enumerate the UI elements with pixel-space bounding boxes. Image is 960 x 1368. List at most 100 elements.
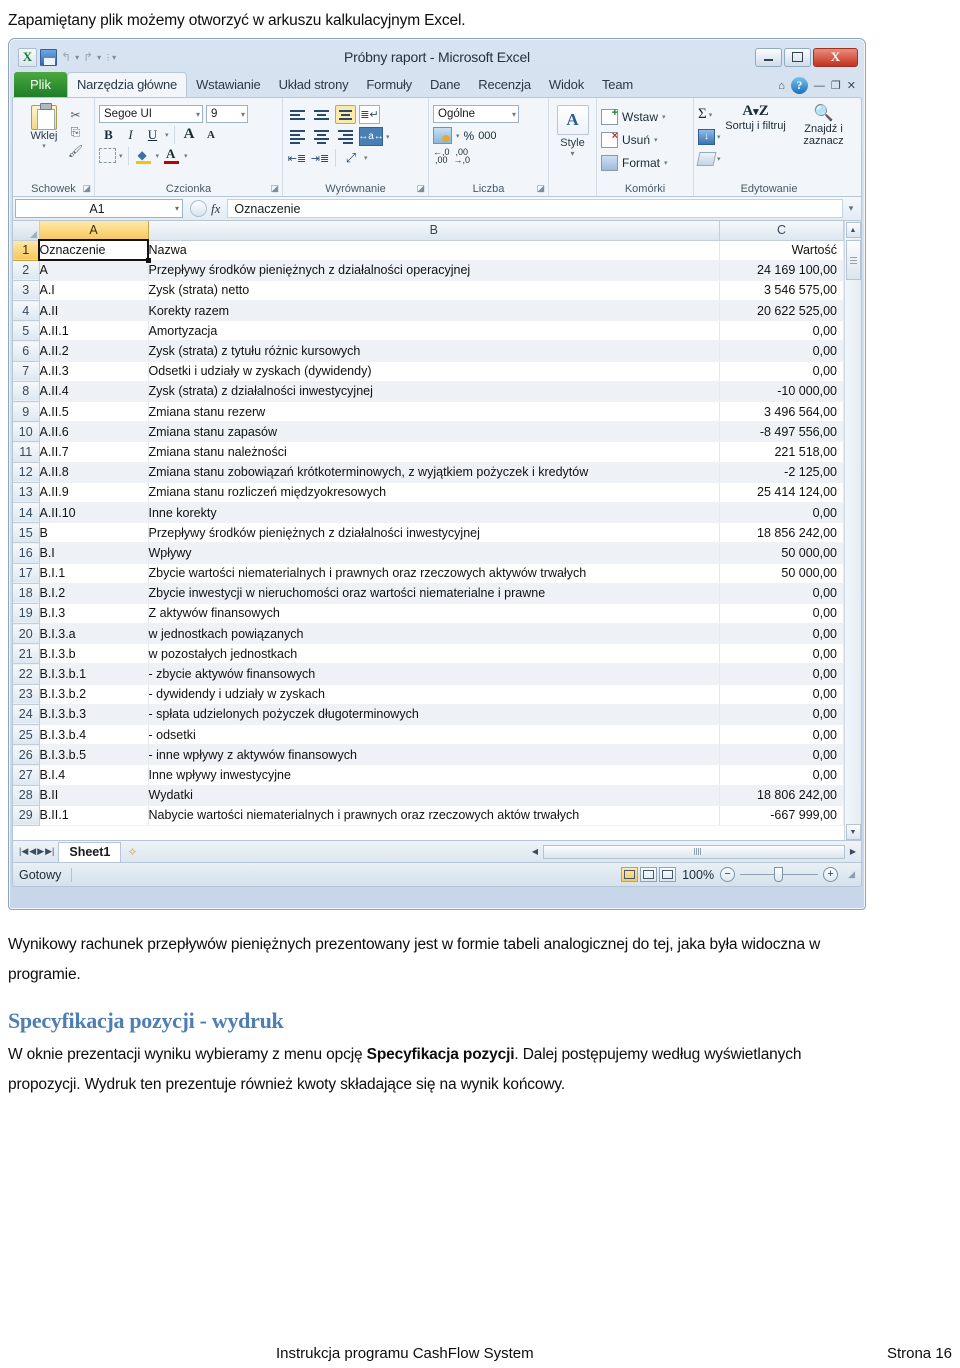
clipboard-dialog-launcher-icon[interactable]: ◪ — [82, 183, 91, 194]
cell-b[interactable]: w jednostkach powiązanych — [148, 623, 720, 645]
font-color-icon[interactable]: A — [162, 146, 181, 165]
table-row[interactable]: 17 B.I.1 Zbycie wartości niematerialnych i… — [13, 563, 844, 584]
row-header[interactable]: 24 — [13, 704, 40, 726]
fill-icon[interactable]: ↓ — [698, 128, 715, 145]
table-row[interactable]: 9 A.II.5 Zmiana stanu rezerw 3 496 564,00 — [13, 401, 844, 423]
cell-b[interactable]: Zmiana stanu zapasów — [148, 421, 720, 443]
cell-b[interactable]: - dywidendy i udziały w zyskach — [148, 684, 720, 705]
table-row[interactable]: 2 A Przepływy środków pieniężnych z działa… — [13, 260, 844, 281]
cell-c[interactable]: -2 125,00 — [719, 462, 844, 483]
tab-team[interactable]: Team — [593, 73, 642, 97]
zoom-slider-thumb[interactable] — [774, 867, 784, 882]
table-row[interactable]: 28 B.II Wydatki 18 806 242,00 — [13, 785, 844, 806]
scroll-down-icon[interactable]: ▼ — [845, 824, 861, 840]
cell-b[interactable]: Zmiana stanu rezerw — [148, 401, 720, 423]
row-header[interactable]: 17 — [13, 563, 40, 584]
number-format-dropdown-icon[interactable]: ▾ — [509, 110, 516, 119]
fill-color-icon[interactable]: ◆ — [134, 146, 153, 165]
cell-a[interactable]: B.II.1 — [39, 805, 149, 826]
table-row[interactable]: 22 B.I.3.b.1- zbycie aktywów finansowych 0… — [13, 663, 844, 685]
tab-recenzja[interactable]: Recenzja — [469, 73, 540, 97]
table-row[interactable]: 6 A.II.2 Zysk (strata) z tytułu różnic kur… — [13, 340, 844, 362]
next-sheet-icon[interactable]: ▶ — [37, 846, 44, 857]
row-header[interactable]: 3 — [13, 280, 40, 302]
table-row[interactable]: 29 B.II.1 Nabycie wartości niematerialnych… — [13, 805, 844, 826]
paste-dropdown-icon[interactable]: ▾ — [42, 142, 46, 150]
clear-icon[interactable] — [696, 151, 717, 166]
format-dropdown-icon[interactable]: ▾ — [664, 159, 668, 167]
cell-c[interactable]: 0,00 — [719, 643, 844, 665]
cell-c[interactable]: 24 169 100,00 — [719, 260, 844, 281]
zoom-in-icon[interactable]: + — [823, 867, 839, 882]
cell-c[interactable]: -8 497 556,00 — [719, 421, 844, 443]
cell-b[interactable]: - odsetki — [148, 724, 720, 746]
cell-b[interactable]: Zmiana stanu zobowiązań krótkoterminowyc… — [148, 462, 720, 483]
resize-grip-icon[interactable]: ◢ — [848, 869, 855, 880]
table-row[interactable]: 18 B.I.2 Zbycie inwestycji w nieruchomości… — [13, 583, 844, 604]
minimize-doc-icon[interactable]: — — [814, 80, 825, 92]
cell-a[interactable]: A.II — [39, 300, 149, 322]
row-header[interactable]: 15 — [13, 522, 40, 544]
expand-formula-bar-icon[interactable]: ▾ — [843, 203, 859, 214]
table-row[interactable]: 21 B.I.3.b w pozostałych jednostkach 0,00 — [13, 643, 844, 665]
italic-button[interactable]: I — [121, 125, 140, 144]
cell-c[interactable]: -10 000,00 — [719, 381, 844, 403]
quick-access-toolbar[interactable]: X ↰ ▾ ↱ ▾ ⋮▾ — [14, 47, 116, 67]
cell-c[interactable]: 25 414 124,00 — [719, 482, 844, 503]
zoom-out-icon[interactable]: − — [720, 867, 736, 882]
scroll-up-icon[interactable]: ▲ — [845, 222, 861, 238]
accounting-dropdown-icon[interactable]: ▾ — [456, 132, 460, 140]
cancel-formula-icon[interactable] — [190, 200, 207, 217]
insert-function-icon[interactable]: fx — [211, 201, 220, 217]
table-row[interactable]: 10 A.II.6 Zmiana stanu zapasów -8 497 556,0… — [13, 421, 844, 443]
cell-a[interactable]: A.II.1 — [39, 320, 149, 342]
row-header[interactable]: 27 — [13, 764, 40, 786]
clear-dropdown-icon[interactable]: ▾ — [717, 155, 721, 163]
delete-cells-icon[interactable] — [601, 130, 618, 148]
number-format-combo[interactable]: Ogólne ▾ — [433, 105, 519, 123]
cell-b[interactable]: Zbycie wartości niematerialnych i prawny… — [148, 563, 720, 584]
cell-c[interactable]: Wartość — [719, 240, 844, 261]
sort-filter-button[interactable]: A▾Z Sortuj i filtruj — [725, 103, 787, 147]
cell-c[interactable]: 3 546 575,00 — [719, 280, 844, 302]
row-header[interactable]: 29 — [13, 805, 40, 826]
cell-a[interactable]: A.II.10 — [39, 502, 149, 524]
cell-c[interactable]: 18 856 242,00 — [719, 522, 844, 544]
format-label[interactable]: Format — [622, 156, 660, 170]
percent-format-icon[interactable]: % — [464, 126, 475, 145]
name-box[interactable]: A1 ▾ — [15, 199, 183, 218]
cell-a[interactable]: B.I.3.a — [39, 623, 149, 645]
select-all-corner[interactable] — [13, 221, 40, 241]
font-size-combo[interactable]: 9 ▾ — [206, 105, 248, 123]
row-header[interactable]: 6 — [13, 340, 40, 362]
horizontal-scrollbar[interactable]: ◀ ▶ — [529, 844, 859, 859]
cell-b[interactable]: Zysk (strata) netto — [148, 280, 720, 302]
table-row[interactable]: 24 B.I.3.b.3- spłata udzielonych pożyczek… — [13, 704, 844, 726]
borders-dropdown-icon[interactable]: ▾ — [119, 152, 123, 160]
table-row[interactable]: 25 B.I.3.b.4- odsetki 0,00 — [13, 724, 844, 746]
format-painter-icon[interactable]: 🖌 — [67, 143, 84, 158]
cell-c[interactable]: 0,00 — [719, 663, 844, 685]
cell-b[interactable]: - zbycie aktywów finansowych — [148, 663, 720, 685]
cell-b[interactable]: Z aktywów finansowych — [148, 603, 720, 625]
row-header[interactable]: 11 — [13, 441, 40, 463]
cell-a[interactable]: A.II.9 — [39, 482, 149, 503]
align-middle-icon[interactable] — [311, 105, 332, 124]
merge-center-icon[interactable]: ↔a↔ — [358, 127, 384, 146]
row-header[interactable]: 22 — [13, 663, 40, 685]
cell-b[interactable]: Przepływy środków pieniężnych z działaln… — [148, 260, 720, 281]
cell-b[interactable]: Wydatki — [148, 785, 720, 806]
increase-decimal-icon[interactable]: ←,0,00 — [433, 148, 450, 165]
maximize-button[interactable] — [784, 47, 811, 67]
save-icon[interactable] — [40, 48, 57, 66]
cell-a[interactable]: B.I — [39, 542, 149, 564]
insert-cells-icon[interactable] — [601, 107, 618, 125]
cell-a[interactable]: A.II.5 — [39, 401, 149, 423]
cell-b[interactable]: - spłata udzielonych pożyczek długotermi… — [148, 704, 720, 726]
cell-a[interactable]: A.II.4 — [39, 381, 149, 403]
cell-a[interactable]: B.I.3.b.3 — [39, 704, 149, 726]
cell-a[interactable]: B.I.1 — [39, 563, 149, 584]
cell-b[interactable]: Zysk (strata) z działalności inwestycyjn… — [148, 381, 720, 403]
undo-icon[interactable]: ↰ — [60, 50, 72, 64]
cell-a[interactable]: A.I — [39, 280, 149, 302]
